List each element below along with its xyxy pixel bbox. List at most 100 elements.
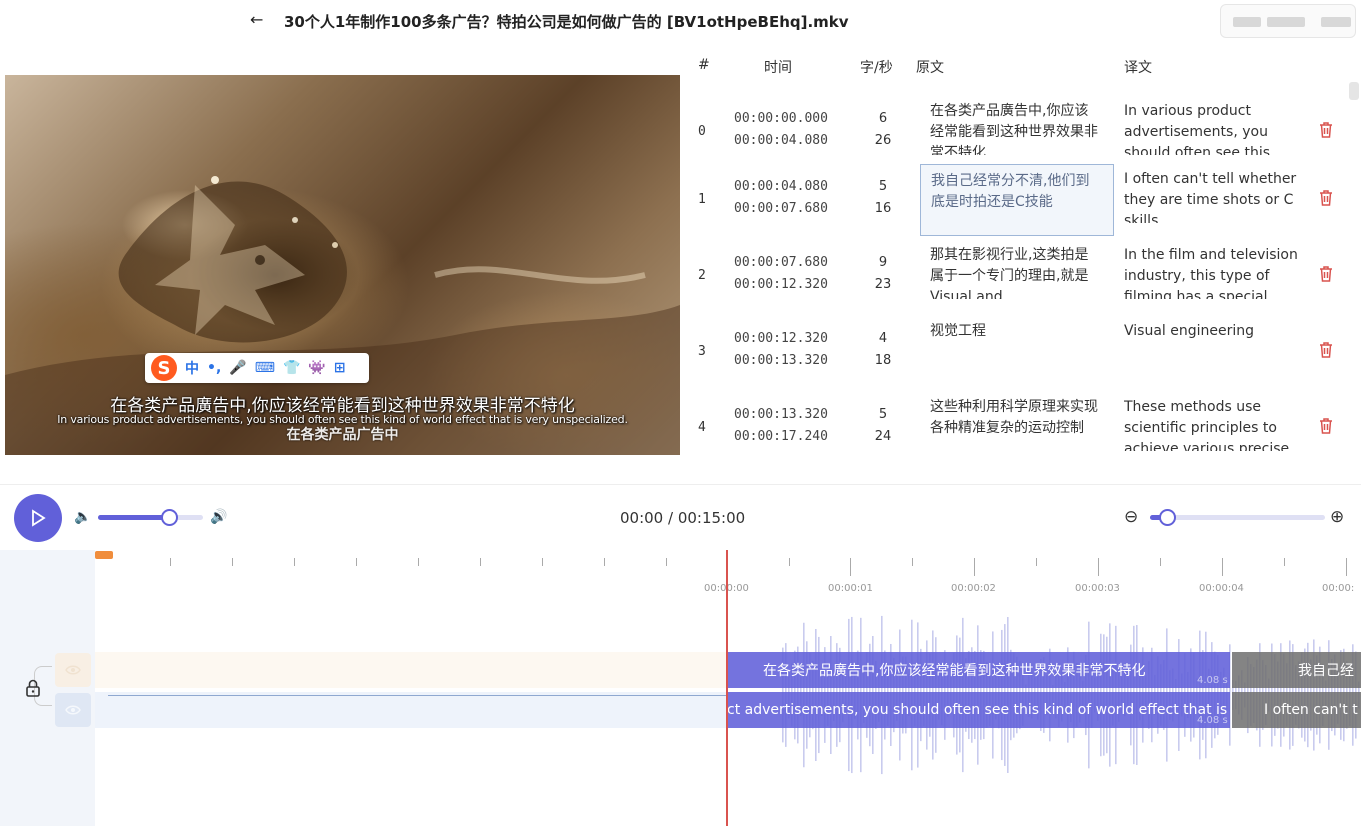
row-end-time: 00:00:17.240	[734, 429, 828, 444]
row-translation-text[interactable]: Visual engineering	[1124, 321, 1302, 375]
tick	[666, 558, 667, 566]
row-source-text[interactable]: 视觉工程	[922, 321, 1107, 375]
table-row[interactable]: 0 00:00:00.000 00:00:04.080 6 26 在各类产品廣告…	[682, 96, 1350, 172]
row-end-time: 00:00:07.680	[734, 201, 828, 216]
volume-high-icon[interactable]: 🔊	[210, 509, 227, 525]
row-cps-a: 6	[878, 111, 888, 126]
ime-skin-icon[interactable]: 👕	[283, 360, 300, 376]
tick	[356, 558, 357, 566]
row-end-time: 00:00:04.080	[734, 133, 828, 148]
subtitle-segment-source[interactable]: 在各类产品廣告中,你应该经常能看到这种世界效果非常不特化	[727, 652, 1230, 688]
tick	[418, 558, 419, 566]
row-translation-text[interactable]: In the film and television industry, thi…	[1124, 245, 1302, 299]
row-start-time: 00:00:04.080	[734, 179, 828, 194]
tick	[480, 558, 481, 566]
volume-slider-handle[interactable]	[160, 509, 178, 526]
zoom-out-icon[interactable]: ⊖	[1124, 507, 1138, 527]
ime-lang-icon[interactable]: 中	[185, 358, 199, 378]
delete-icon[interactable]	[1318, 341, 1334, 359]
row-cps: 9 23	[868, 252, 898, 296]
delete-icon[interactable]	[1318, 189, 1334, 207]
row-translation-text[interactable]: I often can't tell whether they are time…	[1124, 169, 1302, 223]
col-header-cps: 字/秒	[860, 60, 893, 76]
segment-duration: 4.08 s	[1197, 715, 1228, 726]
row-start-time: 00:00:13.320	[734, 407, 828, 422]
tick	[912, 558, 913, 566]
ime-toolbar[interactable]: S 中 •, 🎤 ⌨ 👕 👾 ⊞	[145, 353, 369, 383]
top-bar: ← 30个人1年制作100多条广告？特拍公司是如何做广告的 [BV1otHpeB…	[0, 0, 1361, 44]
table-row[interactable]: 1 00:00:04.080 00:00:07.680 5 16 我自己经常分不…	[682, 164, 1350, 240]
sogou-logo-icon[interactable]: S	[151, 355, 177, 381]
segment-text: ct advertisements, you should often see …	[727, 702, 1230, 718]
row-end-time: 00:00:12.320	[734, 277, 828, 292]
row-source-text[interactable]: 在各类产品廣告中,你应该经常能看到这种世界效果非常不特化	[922, 101, 1107, 155]
timeline[interactable]: 00:00:00 00:00:01 00:00:02 00:00:03 00:0…	[0, 550, 1361, 826]
subtitle-segment-translation[interactable]: ct advertisements, you should often see …	[727, 692, 1230, 728]
video-preview[interactable]: S 中 •, 🎤 ⌨ 👕 👾 ⊞ 在各类产品广告中 在各类产品廣告中,你应该经常…	[5, 75, 680, 455]
segment-text: 我自己经	[1298, 663, 1354, 679]
row-end-time: 00:00:13.320	[734, 353, 828, 368]
row-time[interactable]: 00:00:04.080 00:00:07.680	[734, 176, 828, 220]
volume-slider[interactable]	[98, 509, 203, 526]
tick	[1160, 558, 1161, 566]
row-cps-a: 5	[878, 179, 888, 194]
volume-low-icon[interactable]: 🔈	[74, 509, 91, 525]
header-action-button[interactable]	[1220, 4, 1356, 38]
row-translation-text[interactable]: These methods use scientific principles …	[1124, 397, 1302, 451]
row-time[interactable]: 00:00:12.320 00:00:13.320	[734, 328, 828, 372]
lock-icon[interactable]	[22, 677, 44, 699]
row-cps: 4 18	[868, 328, 898, 372]
row-time[interactable]: 00:00:13.320 00:00:17.240	[734, 404, 828, 448]
back-arrow-icon[interactable]: ←	[250, 10, 263, 29]
row-cps: 5 16	[868, 176, 898, 220]
ime-mic-icon[interactable]: 🎤	[229, 360, 246, 376]
subtitle-segment-source[interactable]: 我自己经	[1232, 652, 1361, 688]
row-cps-b: 24	[874, 429, 892, 444]
subtitle-segment-translation[interactable]: I often can't t	[1232, 692, 1361, 728]
tick	[542, 558, 543, 566]
row-start-time: 00:00:07.680	[734, 255, 828, 270]
row-cps-a: 4	[878, 331, 888, 346]
row-translation-text[interactable]: In various product advertisements, you s…	[1124, 101, 1302, 155]
file-title: 30个人1年制作100多条广告？特拍公司是如何做广告的 [BV1otHpeBEh…	[284, 13, 849, 31]
row-time[interactable]: 00:00:00.000 00:00:04.080	[734, 108, 828, 152]
row-source-text[interactable]: 那其在影视行业,这类拍是属于一个专门的理由,就是Visual and	[922, 245, 1107, 299]
zoom-slider-handle[interactable]	[1159, 509, 1176, 526]
row-cps: 6 26	[868, 108, 898, 152]
table-row[interactable]: 2 00:00:07.680 00:00:12.320 9 23 那其在影视行业…	[682, 240, 1350, 316]
playhead[interactable]	[726, 550, 728, 826]
row-source-editor[interactable]: 我自己经常分不清,他们到底是时拍还是C技能	[920, 164, 1114, 236]
zoom-slider[interactable]	[1150, 509, 1325, 526]
row-cps-b: 18	[874, 353, 892, 368]
subtitle-track-translation[interactable]	[95, 692, 727, 728]
row-source-text[interactable]: 这些种利用科学原理来实现各种精准复杂的运动控制	[922, 397, 1107, 451]
tick-label: 00:00:02	[951, 583, 996, 594]
toggle-source-visibility[interactable]	[55, 653, 91, 687]
eye-icon	[65, 665, 81, 675]
delete-icon[interactable]	[1318, 121, 1334, 139]
toggle-translation-visibility[interactable]	[55, 693, 91, 727]
ime-punct-icon[interactable]: •,	[207, 360, 221, 376]
row-cps-b: 26	[874, 133, 892, 148]
delete-icon[interactable]	[1318, 265, 1334, 283]
row-time[interactable]: 00:00:07.680 00:00:12.320	[734, 252, 828, 296]
row-cps: 5 24	[868, 404, 898, 448]
table-scrollbar[interactable]	[1349, 82, 1359, 100]
col-header-translation: 译文	[1124, 60, 1152, 76]
row-start-time: 00:00:00.000	[734, 111, 828, 126]
timeline-start-marker[interactable]	[95, 551, 113, 559]
ime-emoji-icon[interactable]: 👾	[308, 360, 325, 376]
ime-keyboard-icon[interactable]: ⌨	[255, 360, 275, 376]
row-cps-a: 9	[878, 255, 888, 270]
table-row[interactable]: 4 00:00:13.320 00:00:17.240 5 24 这些种利用科学…	[682, 392, 1350, 468]
tick-label: 00:00:	[1322, 583, 1355, 594]
subtitle-track-source[interactable]	[95, 652, 727, 688]
tick	[294, 558, 295, 566]
row-index: 4	[698, 420, 706, 435]
delete-icon[interactable]	[1318, 417, 1334, 435]
zoom-in-icon[interactable]: ⊕	[1330, 507, 1344, 527]
tick-label: 00:00:01	[828, 583, 873, 594]
table-row[interactable]: 3 00:00:12.320 00:00:13.320 4 18 视觉工程 Vi…	[682, 316, 1350, 392]
play-button[interactable]	[14, 494, 62, 542]
ime-grid-icon[interactable]: ⊞	[334, 360, 346, 376]
